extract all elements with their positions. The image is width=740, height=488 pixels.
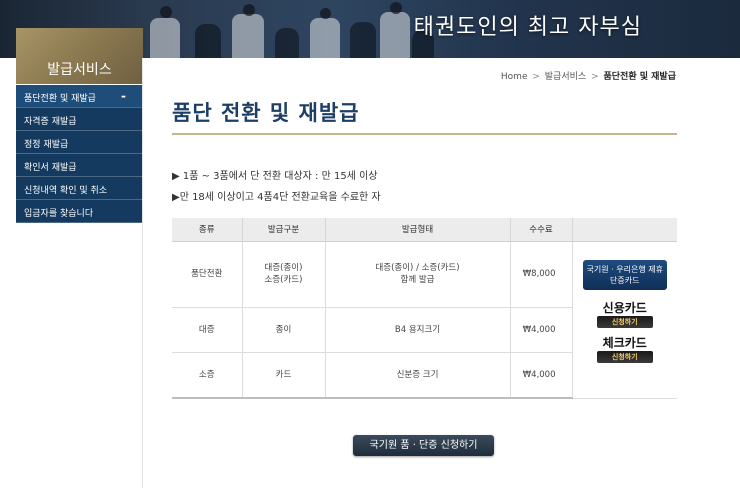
fee-table: 종류 발급구분 발급형태 수수료 품단전환 대증(종이) 소증(카드) 대증(종…: [172, 218, 677, 399]
sidebar-item-application-history[interactable]: 신청내역 확인 및 취소: [16, 177, 142, 200]
kukkiwon-woori-card-button[interactable]: 국기원 · 우리은행 제휴 단증카드: [582, 259, 667, 290]
cell-division: 카드: [241, 352, 325, 399]
cell-division-line: 대증(종이): [264, 263, 303, 273]
cell-type: 소증: [172, 352, 242, 399]
banner-figure: [243, 4, 255, 16]
sidebar-item-label: 자격증 재발급: [24, 117, 77, 127]
banner-figure: [390, 2, 402, 14]
cell-division: 대증(종이) 소증(카드): [241, 241, 325, 308]
title-divider: [172, 133, 677, 135]
banner-figure: [380, 12, 410, 58]
page-title: 품단 전환 및 재발급: [172, 101, 360, 125]
banner-figure: [275, 28, 299, 58]
sidebar-item-label: 품단전환 및 재발급: [24, 94, 96, 104]
cell-form: 신분증 크기: [324, 352, 510, 399]
column-header-fee: 수수료: [509, 218, 572, 242]
eligibility-notes: ▶ 1품 ~ 3품에서 단 전환 대상자 : 만 15세 이상 ▶만 18세 이…: [172, 167, 381, 209]
card-button-line: 국기원 · 우리은행 제휴: [586, 264, 663, 274]
breadcrumb-home[interactable]: Home: [501, 72, 528, 82]
credit-card-apply-button[interactable]: 신청하기: [596, 315, 653, 328]
check-card-label: 체크카드: [602, 335, 647, 350]
cell-type: 품단전환: [172, 241, 242, 308]
column-header-division: 발급구분: [241, 218, 325, 242]
credit-card-label: 신용카드: [602, 300, 647, 315]
collapse-icon: -: [121, 89, 126, 103]
cell-fee: ₩4,000: [509, 352, 572, 399]
sidebar-menu: 품단전환 및 재발급 - 자격증 재발급 정정 재발급 확인서 재발급 신청내역…: [16, 85, 142, 223]
breadcrumb: Home > 발급서비스 > 품단전환 및 재발급: [501, 69, 676, 82]
sidebar-item-pumdan-conversion[interactable]: 품단전환 및 재발급 -: [16, 85, 142, 108]
sidebar-item-correction-reissue[interactable]: 정정 재발급: [16, 131, 142, 154]
column-header-payment: [571, 218, 677, 242]
table-header-row: 종류 발급구분 발급형태 수수료: [172, 218, 677, 242]
cell-fee: ₩8,000: [509, 241, 572, 308]
chevron-right-icon: >: [591, 72, 599, 82]
cell-form: 대증(종이) / 소증(카드) 함께 발급: [324, 241, 510, 308]
banner-figure: [160, 6, 172, 18]
breadcrumb-section[interactable]: 발급서비스: [545, 72, 586, 82]
sidebar-item-label: 정정 재발급: [24, 140, 69, 150]
chevron-right-icon: >: [532, 72, 540, 82]
note-line: ▶만 18세 이상이고 4품4단 전환교육을 수료한 자: [172, 192, 381, 203]
cell-type: 대증: [172, 307, 242, 353]
cell-division: 종이: [241, 307, 325, 353]
banner-figure: [150, 18, 180, 58]
cell-form-line: 대증(종이) / 소증(카드): [375, 263, 460, 273]
table-row: 품단전환 대증(종이) 소증(카드) 대증(종이) / 소증(카드) 함께 발급…: [172, 241, 677, 399]
banner-figure: [320, 8, 331, 19]
sidebar-heading: 발급서비스: [16, 28, 143, 84]
cell-form: B4 용지크기: [324, 307, 510, 353]
cell-form-line: 함께 발급: [400, 275, 435, 285]
payment-options: 국기원 · 우리은행 제휴 단증카드 신용카드 신청하기 체크카드 신청하기: [571, 241, 677, 399]
banner-figure: [232, 14, 264, 58]
sidebar-divider: [142, 58, 143, 488]
column-header-form: 발급형태: [324, 218, 510, 242]
sidebar-item-label: 확인서 재발급: [24, 163, 77, 173]
note-line: ▶ 1품 ~ 3품에서 단 전환 대상자 : 만 15세 이상: [172, 171, 378, 182]
banner-figure: [310, 18, 340, 58]
banner-figure: [195, 24, 221, 58]
cell-division-line: 소증(카드): [264, 275, 303, 285]
banner-title: 태권도인의 최고 자부심: [413, 15, 642, 40]
column-header-type: 종류: [172, 218, 242, 242]
apply-certificate-button[interactable]: 국기원 품 · 단증 신청하기: [353, 435, 494, 456]
sidebar-item-find-depositor[interactable]: 입금자를 찾습니다: [16, 200, 142, 223]
breadcrumb-current: 품단전환 및 재발급: [603, 72, 676, 82]
sidebar-item-label: 신청내역 확인 및 취소: [24, 186, 108, 196]
banner-figure: [350, 22, 376, 58]
sidebar-item-certificate-reissue[interactable]: 자격증 재발급: [16, 108, 142, 131]
card-button-line: 단증카드: [610, 275, 640, 285]
cell-fee: ₩4,000: [509, 307, 572, 353]
sidebar-item-label: 입금자를 찾습니다: [24, 209, 94, 219]
check-card-apply-button[interactable]: 신청하기: [596, 350, 653, 363]
sidebar-item-confirmation-reissue[interactable]: 확인서 재발급: [16, 154, 142, 177]
